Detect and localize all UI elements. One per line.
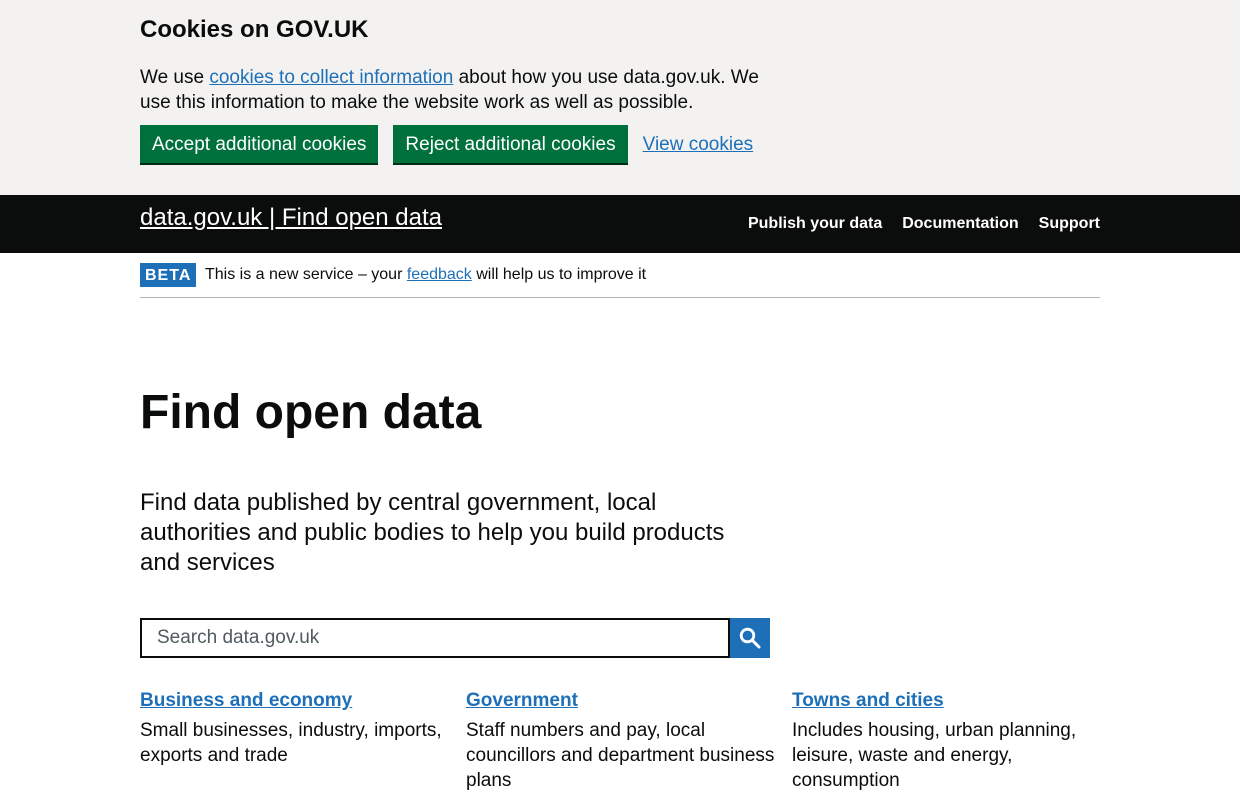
service-name-link[interactable]: data.gov.uk | Find open data: [140, 204, 442, 232]
reject-cookies-button[interactable]: Reject additional cookies: [393, 125, 628, 163]
topic-description: Staff numbers and pay, local councillors…: [466, 720, 775, 791]
phase-banner: BETA This is a new service – your feedba…: [140, 253, 1100, 298]
phase-text-after: will help us to improve it: [471, 266, 647, 283]
search-form: [140, 618, 770, 658]
topic-item: Towns and cities Includes housing, urban…: [792, 688, 1100, 793]
topics-grid: Business and economy Small businesses, i…: [140, 688, 1100, 793]
topic-link-government[interactable]: Government: [466, 688, 578, 713]
search-input[interactable]: [140, 618, 730, 658]
header-nav: Publish your data Documentation Support: [728, 214, 1100, 234]
cookie-actions: Accept additional cookies Reject additio…: [140, 125, 753, 163]
nav-support[interactable]: Support: [1039, 214, 1100, 234]
page-title: Find open data: [140, 386, 482, 439]
nav-documentation[interactable]: Documentation: [902, 214, 1018, 234]
topic-link-towns-and-cities[interactable]: Towns and cities: [792, 688, 944, 713]
phase-banner-text: This is a new service – your feedback wi…: [205, 265, 646, 285]
search-icon: [739, 627, 761, 649]
cookie-banner-title: Cookies on GOV.UK: [140, 16, 369, 43]
site-header: data.gov.uk | Find open data Publish you…: [0, 195, 1240, 253]
feedback-link[interactable]: feedback: [407, 266, 472, 283]
nav-publish-your-data[interactable]: Publish your data: [748, 214, 882, 234]
topic-link-business-and-economy[interactable]: Business and economy: [140, 688, 352, 713]
search-button[interactable]: [730, 618, 770, 658]
cookie-banner-text: We use cookies to collect information ab…: [140, 65, 780, 115]
accept-cookies-button[interactable]: Accept additional cookies: [140, 125, 379, 163]
cookies-info-link[interactable]: cookies to collect information: [209, 67, 453, 88]
topic-description: Small businesses, industry, imports, exp…: [140, 720, 442, 766]
topic-item: Business and economy Small businesses, i…: [140, 688, 466, 793]
cookie-banner: Cookies on GOV.UK We use cookies to coll…: [0, 0, 1240, 195]
cookie-text-before: We use: [140, 67, 210, 88]
view-cookies-link[interactable]: View cookies: [643, 132, 754, 157]
phase-text-before: This is a new service – your: [205, 266, 407, 283]
lead-paragraph: Find data published by central governmen…: [140, 489, 725, 576]
topic-item: Government Staff numbers and pay, local …: [466, 688, 792, 793]
topic-description: Includes housing, urban planning, leisur…: [792, 720, 1077, 791]
beta-tag: BETA: [140, 263, 197, 287]
